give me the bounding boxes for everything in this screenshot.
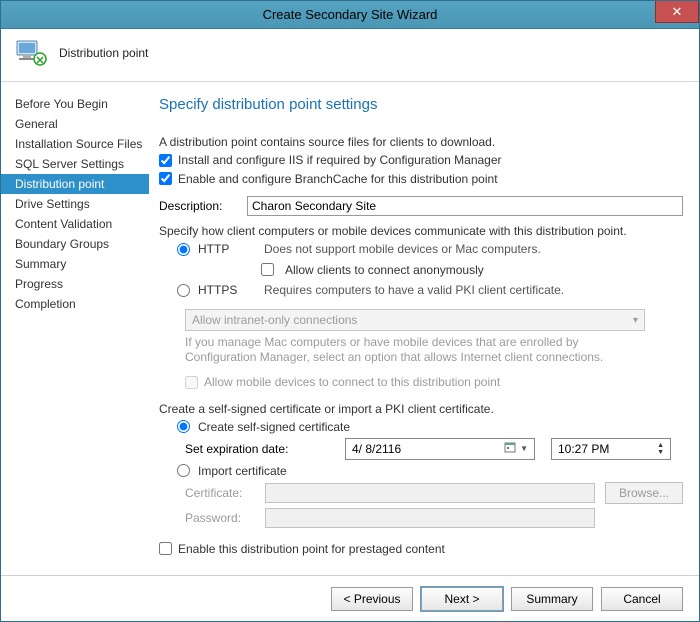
certificate-file-input <box>265 483 595 503</box>
mobile-connect-checkbox-label: Allow mobile devices to connect to this … <box>204 375 500 389</box>
wizard-body: Before You Begin General Installation So… <box>1 82 699 621</box>
connections-combobox: Allow intranet-only connections ▾ <box>185 309 645 331</box>
page-title: Distribution point <box>59 46 148 60</box>
sidebar-item-distribution-point[interactable]: Distribution point <box>1 174 149 194</box>
prestaged-checkbox-label: Enable this distribution point for prest… <box>178 542 445 556</box>
https-radio[interactable] <box>177 284 190 297</box>
http-radio[interactable] <box>177 243 190 256</box>
http-hint: Does not support mobile devices or Mac c… <box>264 242 541 256</box>
prestaged-checkbox[interactable] <box>159 542 172 555</box>
previous-button[interactable]: < Previous <box>331 587 413 611</box>
intro-text: A distribution point contains source fil… <box>159 135 683 149</box>
sidebar-item-boundary-groups[interactable]: Boundary Groups <box>1 234 149 254</box>
description-label: Description: <box>159 199 239 213</box>
self-signed-radio[interactable] <box>177 420 190 433</box>
summary-button[interactable]: Summary <box>511 587 593 611</box>
http-label: HTTP <box>198 242 256 256</box>
import-cert-label: Import certificate <box>198 464 287 478</box>
expiration-date-field[interactable]: 4/ 8/2116 ▼ <box>345 438 535 460</box>
import-cert-radio[interactable] <box>177 464 190 477</box>
close-icon: ✕ <box>672 4 683 20</box>
sidebar-item-content-validation[interactable]: Content Validation <box>1 214 149 234</box>
self-signed-label: Create self-signed certificate <box>198 420 350 434</box>
expiration-time-field[interactable]: 10:27 PM ▲▼ <box>551 438 671 460</box>
connections-note: If you manage Mac computers or have mobi… <box>185 335 645 365</box>
spinner-icon: ▲▼ <box>657 442 664 456</box>
distribution-point-icon <box>13 35 49 71</box>
mobile-connect-checkbox <box>185 376 198 389</box>
sidebar-item-before-you-begin[interactable]: Before You Begin <box>1 94 149 114</box>
expiration-label: Set expiration date: <box>185 442 335 456</box>
title-bar: Create Secondary Site Wizard ✕ <box>1 1 699 29</box>
page-heading: Specify distribution point settings <box>159 96 683 113</box>
sidebar-item-sql-server-settings[interactable]: SQL Server Settings <box>1 154 149 174</box>
iis-checkbox[interactable] <box>159 154 172 167</box>
expiration-date-value: 4/ 8/2116 <box>352 442 401 456</box>
sidebar-item-summary[interactable]: Summary <box>1 254 149 274</box>
wizard-footer: < Previous Next > Summary Cancel <box>1 575 699 621</box>
sidebar-item-completion[interactable]: Completion <box>1 294 149 314</box>
certificate-password-label: Password: <box>185 511 255 525</box>
sidebar: Before You Begin General Installation So… <box>1 82 149 621</box>
browse-button: Browse... <box>605 482 683 504</box>
expiration-time-value: 10:27 PM <box>558 442 609 456</box>
next-button[interactable]: Next > <box>421 587 503 611</box>
main-panel: Specify distribution point settings A di… <box>149 82 699 621</box>
connections-combobox-value: Allow intranet-only connections <box>192 313 357 327</box>
certificate-password-input <box>265 508 595 528</box>
chevron-down-icon: ▾ <box>633 315 638 326</box>
cert-intro: Create a self-signed certificate or impo… <box>159 402 683 416</box>
https-label: HTTPS <box>198 283 256 297</box>
wizard-header: Distribution point <box>1 29 699 82</box>
sidebar-item-general[interactable]: General <box>1 114 149 134</box>
description-input[interactable] <box>247 196 683 216</box>
branchcache-checkbox-label: Enable and configure BranchCache for thi… <box>178 172 498 186</box>
chevron-down-icon: ▼ <box>520 444 528 453</box>
anonymous-checkbox-label: Allow clients to connect anonymously <box>285 263 484 277</box>
protocol-intro: Specify how client computers or mobile d… <box>159 224 683 238</box>
wizard-window: Create Secondary Site Wizard ✕ Distribut… <box>0 0 700 622</box>
iis-checkbox-label: Install and configure IIS if required by… <box>178 153 502 167</box>
window-title: Create Secondary Site Wizard <box>263 7 438 22</box>
branchcache-checkbox[interactable] <box>159 172 172 185</box>
sidebar-item-drive-settings[interactable]: Drive Settings <box>1 194 149 214</box>
anonymous-checkbox[interactable] <box>261 263 274 276</box>
certificate-file-label: Certificate: <box>185 486 255 500</box>
cancel-button[interactable]: Cancel <box>601 587 683 611</box>
close-button[interactable]: ✕ <box>655 1 699 23</box>
sidebar-item-installation-source-files[interactable]: Installation Source Files <box>1 134 149 154</box>
https-hint: Requires computers to have a valid PKI c… <box>264 283 564 297</box>
calendar-icon <box>504 441 516 456</box>
sidebar-item-progress[interactable]: Progress <box>1 274 149 294</box>
